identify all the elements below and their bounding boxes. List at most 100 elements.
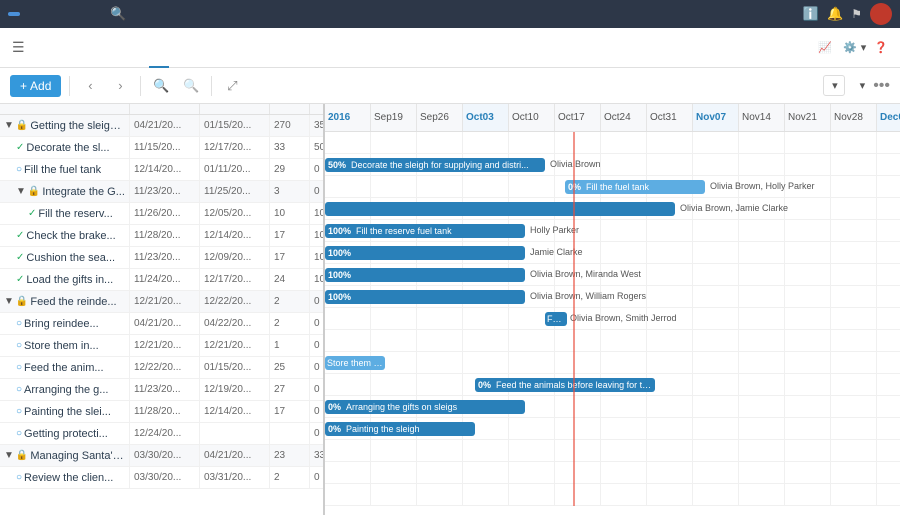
task-row[interactable]: ✓Load the gifts in...11/24/20...12/17/20… [0, 269, 323, 291]
task-row[interactable]: ✓Fill the reserv...11/26/20...12/05/20..… [0, 203, 323, 225]
task-label: Cushion the sea... [26, 252, 115, 264]
nav-projects[interactable] [8, 12, 20, 16]
gantt-task-row: 50%Decorate the sleigh for supplying and… [325, 154, 900, 176]
bell-icon[interactable]: 🔔 [827, 6, 843, 22]
zoom-out-icon[interactable]: 🔍 [179, 74, 203, 98]
task-row[interactable]: ✓Decorate the sl...11/15/20...12/17/20..… [0, 137, 323, 159]
tab-files[interactable] [169, 28, 189, 68]
gantt-task-row: 0%Painting the sleigh [325, 418, 900, 440]
task-row[interactable]: ▼🔒Integrate the G...11/23/20...11/25/20.… [0, 181, 323, 203]
lock-icon: 🔒 [28, 186, 40, 197]
task-due-cell: 12/14/20... [200, 401, 270, 422]
tab-discussions[interactable] [69, 28, 89, 68]
gantt-grid-cell [693, 330, 739, 352]
task-row[interactable]: ○Fill the fuel tank12/14/20...01/11/20..… [0, 159, 323, 181]
gantt-grid-cell [739, 418, 785, 440]
tab-overview[interactable] [49, 28, 69, 68]
tab-gantt[interactable] [149, 28, 169, 68]
task-row[interactable]: ○Bring reindee...04/21/20...04/22/20...2… [0, 313, 323, 335]
task-row[interactable]: ▼🔒Managing Santa's we...03/30/20...04/21… [0, 445, 323, 467]
tab-tasks[interactable] [89, 28, 109, 68]
task-row[interactable]: ○Painting the slei...11/28/20...12/14/20… [0, 401, 323, 423]
gantt-bar[interactable]: 0%Feed the animals before leaving for th… [475, 378, 655, 392]
tab-time[interactable] [189, 28, 209, 68]
nav-people[interactable] [72, 12, 84, 16]
gantt-grid-cell [831, 286, 877, 308]
task-row[interactable]: ○Getting protecti...12/24/20...0 [0, 423, 323, 445]
task-row[interactable]: ○Arranging the g...11/23/20...12/19/20..… [0, 379, 323, 401]
gantt-grid-cell [831, 484, 877, 506]
gantt-grid-cell [693, 242, 739, 264]
gantt-grid-cell [555, 132, 601, 154]
gantt-grid-cell [509, 484, 555, 506]
task-start-cell: 12/21/20... [130, 335, 200, 356]
task-row[interactable]: ✓Check the brake...11/28/20...12/14/20..… [0, 225, 323, 247]
help-button[interactable]: ❓ [874, 41, 888, 54]
task-row[interactable]: ▼🔒Feed the reinde...12/21/20...12/22/20.… [0, 291, 323, 313]
more-options-button[interactable]: ••• [873, 77, 890, 95]
search-icon[interactable]: 🔍 [104, 4, 132, 24]
task-name-cell: ✓Load the gifts in... [0, 269, 130, 290]
task-row[interactable]: ○Store them in...12/21/20...12/21/20...1… [0, 335, 323, 357]
assigned-button[interactable]: ▾ [853, 79, 866, 92]
gantt-grid-cell [877, 308, 900, 330]
assignee-label: Olivia Brown, Smith Jerrod [570, 313, 677, 323]
tab-notes[interactable] [129, 28, 149, 68]
nav-calendars[interactable] [40, 12, 52, 16]
task-duration-cell: 270 [270, 115, 310, 136]
gantt-grid-cell [831, 264, 877, 286]
gantt-bar[interactable] [325, 202, 675, 216]
gantt-bar[interactable]: 50%Decorate the sleigh for supplying and… [325, 158, 545, 172]
nav-everything[interactable] [24, 12, 36, 16]
gantt-bar[interactable]: Feed the reindeer [545, 312, 567, 326]
task-row[interactable]: ✓Cushion the sea...11/23/20...12/09/20..… [0, 247, 323, 269]
task-label: Fill the reserv... [38, 208, 112, 220]
task-due-cell: 12/19/20... [200, 379, 270, 400]
gantt-grid-cell [877, 242, 900, 264]
task-row[interactable]: ▼🔒Getting the sleigh ...04/21/20...01/15… [0, 115, 323, 137]
nav-me[interactable] [88, 12, 100, 16]
gantt-bar[interactable]: 100% [325, 246, 525, 260]
add-button[interactable]: + Add [10, 75, 61, 97]
avatar[interactable] [870, 3, 892, 25]
gantt-grid-cell [739, 440, 785, 462]
bar-task-label: Decorate the sleigh for supplying and di… [349, 160, 531, 170]
view-options-button[interactable]: ▾ [823, 75, 845, 96]
task-row[interactable]: ○Review the clien...03/30/20...03/31/20.… [0, 467, 323, 489]
gantt-bar[interactable]: Store them in storage area [325, 356, 385, 370]
gantt-bar[interactable]: 100%Fill the reserve fuel tank [325, 224, 525, 238]
gantt-bar[interactable]: 100% [325, 268, 525, 282]
hamburger-menu[interactable]: ☰ [12, 39, 25, 56]
task-start-cell: 03/30/20... [130, 467, 200, 488]
manage-button[interactable]: ⚙️ ▾ [843, 41, 866, 54]
prev-icon[interactable]: ‹ [78, 74, 102, 98]
gantt-grid-cell [417, 462, 463, 484]
gantt-bar[interactable]: 0%Arranging the gifts on sleigs [325, 400, 525, 414]
gantt-grid-cell [831, 440, 877, 462]
gantt-grid-cell [325, 462, 371, 484]
gantt-bar[interactable]: 100% [325, 290, 525, 304]
gantt-grid-cell [325, 308, 371, 330]
gantt-bar[interactable]: 0%Fill the fuel tank [565, 180, 705, 194]
task-label: Arranging the g... [24, 384, 108, 396]
task-name-cell: ○Fill the fuel tank [0, 159, 130, 180]
header-due [200, 104, 270, 114]
gantt-grid-cell [463, 308, 509, 330]
task-due-cell: 12/17/20... [200, 269, 270, 290]
toolbar-separator-3 [211, 76, 212, 96]
nav-reports[interactable] [56, 12, 68, 16]
gantt-grid-cell [325, 330, 371, 352]
zoom-in-icon[interactable]: 🔍 [149, 74, 173, 98]
expand-icon[interactable]: ⤢ [220, 74, 244, 98]
task-duration-cell: 1 [270, 335, 310, 356]
gantt-grid-cell [693, 352, 739, 374]
gantt-grid-cell [877, 286, 900, 308]
gantt-grid-cell [739, 154, 785, 176]
timeline-button[interactable]: 📈 [818, 41, 835, 54]
next-icon[interactable]: › [108, 74, 132, 98]
gantt-bar[interactable]: 0%Painting the sleigh [325, 422, 475, 436]
gantt-grid-cell [555, 484, 601, 506]
gantt-grid-cell [693, 484, 739, 506]
task-row[interactable]: ○Feed the anim...12/22/20...01/15/20...2… [0, 357, 323, 379]
tab-calendar[interactable] [109, 28, 129, 68]
